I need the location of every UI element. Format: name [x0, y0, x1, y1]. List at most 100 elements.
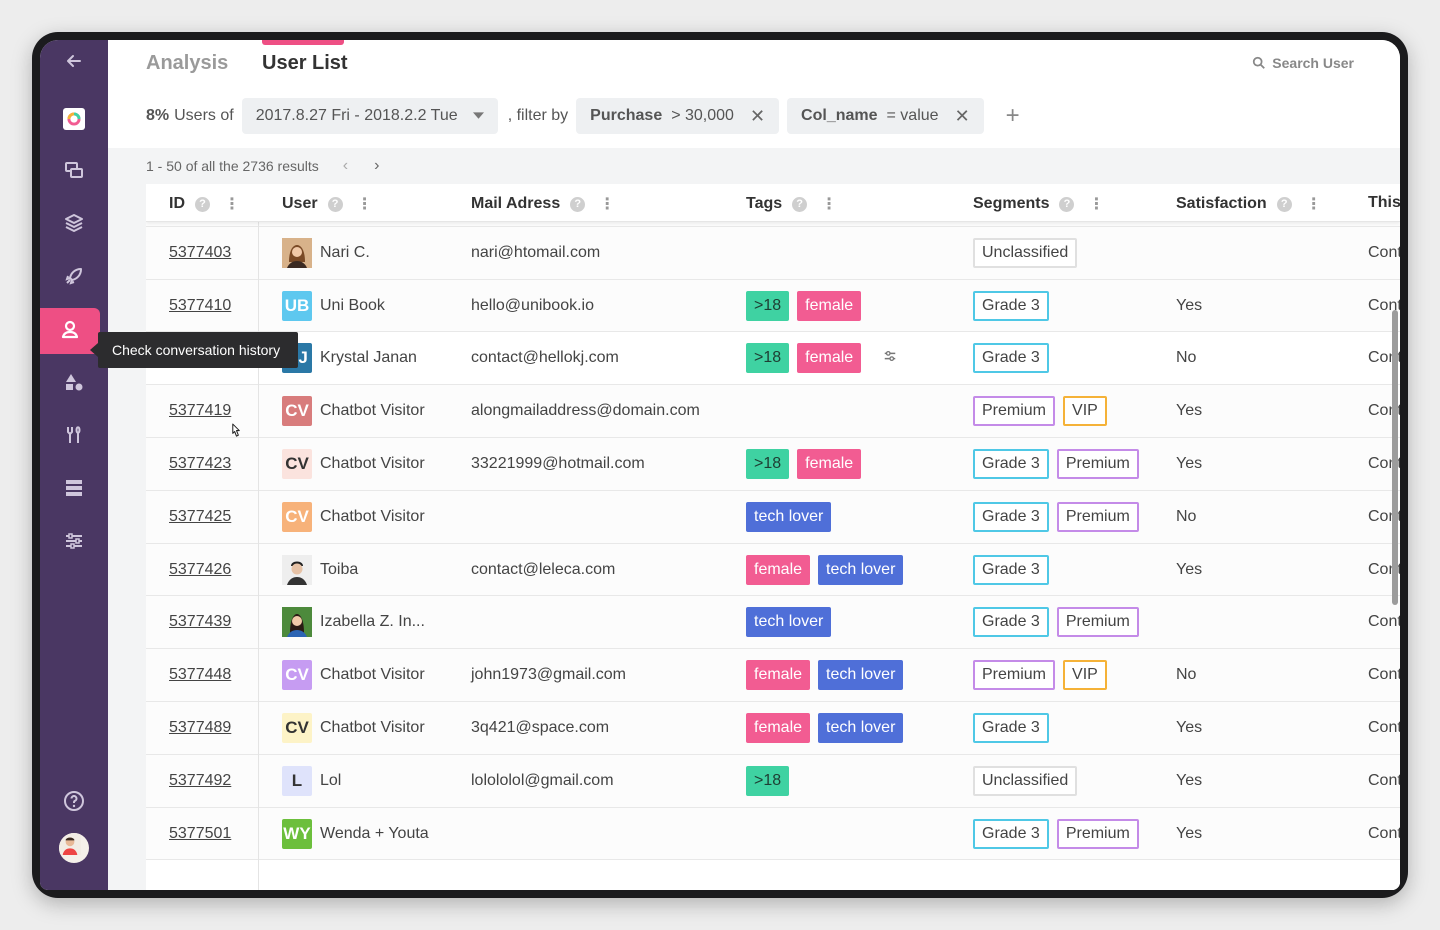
table-row[interactable]: 5377411KJKrystal Janancontact@hellokj.co… [146, 332, 1400, 386]
segment-badge[interactable]: Premium [1056, 448, 1139, 479]
tag-badge[interactable]: >18 [746, 290, 790, 321]
column-header-id[interactable]: ID? ⋮ [169, 194, 240, 214]
filter-chip-col-name[interactable]: Col_name = value ✕ [787, 98, 984, 134]
segment-badge[interactable]: Grade 3 [973, 343, 1049, 374]
tag-badge[interactable]: female [746, 660, 811, 691]
help-icon[interactable]: ? [1276, 196, 1292, 212]
user-id-link[interactable]: 5377425 [169, 491, 231, 543]
user-id-link[interactable]: 5377423 [169, 438, 231, 490]
tab-analysis[interactable]: Analysis [146, 52, 228, 75]
segment-badge[interactable]: Grade 3 [973, 712, 1049, 743]
table-row[interactable]: 5377448 CV Chatbot Visitor john1973@gmail.c… [146, 649, 1400, 702]
column-header-user[interactable]: User? ⋮ [282, 194, 373, 214]
segment-badge[interactable]: Premium [973, 396, 1056, 427]
table-row[interactable]: 5377439 Izabella Z. In... tech lover Grade … [146, 596, 1400, 650]
user-id-link[interactable]: 5377403 [169, 227, 231, 279]
segment-badge[interactable]: Grade 3 [973, 607, 1049, 638]
help-icon[interactable]: ? [327, 196, 343, 212]
add-filter-button[interactable]: + [1006, 102, 1020, 130]
tag-badge[interactable]: >18 [746, 765, 790, 796]
tag-badge[interactable]: tech lover [818, 660, 904, 691]
segment-badge[interactable]: Grade 3 [973, 448, 1049, 479]
segment-badge[interactable]: Premium [1056, 818, 1139, 849]
user-id-link[interactable]: 5377489 [169, 702, 231, 754]
tag-badge[interactable]: female [797, 448, 862, 479]
help-icon[interactable]: ? [195, 196, 210, 212]
column-header-tags[interactable]: Tags? ⋮ [746, 194, 837, 214]
sidebar-item-app-logo[interactable] [40, 96, 108, 142]
sliders-icon[interactable] [883, 349, 897, 368]
tag-badge[interactable]: female [746, 712, 811, 743]
column-header-this[interactable]: This [1368, 194, 1400, 212]
table-row[interactable]: 5377501 WY Wenda + Youta Grade 3 Premium Yes C… [146, 807, 1400, 861]
user-id-link[interactable]: 5377410 [169, 280, 231, 332]
filter-chip-purchase[interactable]: Purchase > 30,000 ✕ [576, 98, 780, 134]
table-row[interactable]: 5377492 L Lol lolololol@gmail.com >18 Unclass… [146, 754, 1400, 808]
more-icon[interactable]: ⋮ [821, 194, 837, 214]
help-icon[interactable]: ? [792, 196, 808, 212]
table-row[interactable]: 5377423 CV Chatbot Visitor 33221999@hotmail… [146, 437, 1400, 491]
user-id-link[interactable]: 5377501 [169, 808, 231, 860]
table-row[interactable]: 5377425 CV Chatbot Visitor tech lover Grade … [146, 490, 1400, 544]
segment-badge[interactable]: Premium [973, 660, 1056, 691]
tag-badge[interactable]: tech lover [746, 501, 832, 532]
help-icon[interactable]: ? [570, 196, 586, 212]
column-header-mail[interactable]: Mail Adress? ⋮ [471, 194, 615, 214]
column-header-segments[interactable]: Segments? ⋮ [973, 194, 1104, 214]
column-header-satisfaction[interactable]: Satisfaction? ⋮ [1176, 194, 1322, 214]
help-button[interactable] [40, 780, 108, 826]
user-id-link[interactable]: 5377448 [169, 649, 231, 701]
tag-badge[interactable]: >18 [746, 343, 790, 374]
prev-page-button[interactable]: ‹ [343, 157, 348, 175]
back-button[interactable] [40, 40, 108, 86]
tag-badge[interactable]: female [746, 554, 811, 585]
date-range-dropdown[interactable]: 2017.8.27 Fri - 2018.2.2 Tue [241, 98, 498, 134]
table-row[interactable]: 5377403 Nari C. nari@htomail.com Unclassifi… [146, 226, 1400, 280]
user-id-link[interactable]: 5377426 [169, 544, 231, 596]
tag-badge[interactable]: tech lover [818, 554, 904, 585]
sidebar-item-tools[interactable] [40, 414, 108, 460]
segment-badge[interactable]: Unclassified [973, 765, 1078, 796]
more-icon[interactable]: ⋮ [1088, 194, 1104, 214]
satisfaction-value: Yes [1176, 560, 1203, 578]
segment-badge[interactable]: Grade 3 [973, 501, 1049, 532]
segment-badge[interactable]: Premium [1056, 501, 1139, 532]
close-icon[interactable]: ✕ [955, 106, 970, 127]
more-icon[interactable]: ⋮ [224, 194, 240, 214]
table-row[interactable]: 5377410 UB Uni Book hello@unibook.io >18 fema… [146, 279, 1400, 333]
user-id-link[interactable]: 5377419 [169, 385, 231, 437]
tag-badge[interactable]: >18 [746, 448, 790, 479]
more-icon[interactable]: ⋮ [1306, 194, 1322, 214]
sidebar-item-chat[interactable] [40, 149, 108, 195]
more-icon[interactable]: ⋮ [599, 194, 615, 214]
tab-user-list[interactable]: User List [262, 52, 348, 75]
profile-button[interactable] [40, 825, 108, 871]
segment-badge[interactable]: Premium [1056, 607, 1139, 638]
close-icon[interactable]: ✕ [750, 106, 765, 127]
segment-badge[interactable]: Grade 3 [973, 554, 1049, 585]
help-icon[interactable]: ? [1059, 196, 1075, 212]
tag-badge[interactable]: tech lover [818, 712, 904, 743]
sidebar-item-rocket[interactable] [40, 255, 108, 301]
next-page-button[interactable]: › [374, 157, 379, 175]
vertical-scrollbar[interactable] [1392, 310, 1398, 605]
segment-badge[interactable]: Unclassified [973, 237, 1078, 268]
user-id-link[interactable]: 5377439 [169, 596, 231, 648]
sidebar-item-shapes[interactable] [40, 361, 108, 407]
table-row[interactable]: 5377419 CV Chatbot Visitor alongmailaddress… [146, 385, 1400, 438]
segment-badge[interactable]: VIP [1063, 660, 1107, 691]
segment-badge[interactable]: VIP [1063, 396, 1107, 427]
table-row[interactable]: 5377426 Toiba contact@leleca.com female tech… [146, 543, 1400, 597]
sidebar-item-settings[interactable] [40, 520, 108, 566]
segment-badge[interactable]: Grade 3 [973, 290, 1049, 321]
tag-badge[interactable]: female [797, 290, 862, 321]
sidebar-item-layers[interactable] [40, 202, 108, 248]
user-id-link[interactable]: 5377492 [169, 755, 231, 807]
more-icon[interactable]: ⋮ [357, 194, 373, 214]
tag-badge[interactable]: tech lover [746, 607, 832, 638]
segment-badge[interactable]: Grade 3 [973, 818, 1049, 849]
search-user[interactable]: Search User [1252, 55, 1354, 71]
sidebar-item-database[interactable] [40, 467, 108, 513]
table-row[interactable]: 5377489 CV Chatbot Visitor 3q421@space.com f… [146, 701, 1400, 755]
tag-badge[interactable]: female [797, 343, 862, 374]
